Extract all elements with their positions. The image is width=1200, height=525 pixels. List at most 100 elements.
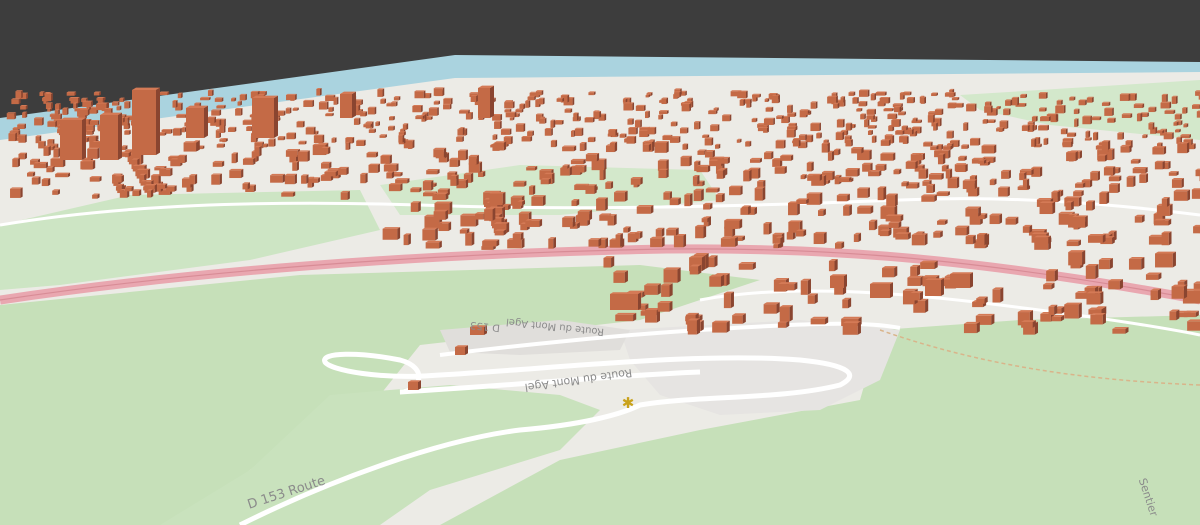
- building: [925, 278, 944, 296]
- building: [866, 108, 876, 115]
- building: [513, 180, 527, 187]
- building: [433, 87, 445, 96]
- building: [803, 109, 810, 115]
- building: [556, 97, 565, 102]
- building: [515, 108, 524, 113]
- building: [538, 97, 545, 105]
- building: [433, 147, 447, 158]
- building: [1021, 320, 1036, 328]
- building: [1086, 291, 1104, 305]
- building: [54, 103, 61, 110]
- building: [673, 233, 687, 248]
- building: [655, 227, 665, 237]
- building: [694, 121, 701, 130]
- building: [1073, 190, 1084, 197]
- building: [6, 112, 17, 120]
- building: [438, 221, 452, 232]
- building: [981, 144, 997, 154]
- building: [867, 129, 873, 136]
- building: [1055, 104, 1066, 114]
- building: [395, 178, 410, 184]
- building: [525, 100, 531, 108]
- building: [172, 127, 182, 136]
- building: [1022, 178, 1030, 190]
- building: [1038, 124, 1049, 131]
- building: [268, 138, 276, 147]
- building: [709, 274, 725, 287]
- building: [946, 130, 954, 139]
- building: [340, 91, 356, 118]
- building: [292, 107, 299, 111]
- building: [292, 160, 299, 171]
- building: [408, 380, 421, 390]
- building: [550, 119, 556, 128]
- building: [737, 90, 748, 99]
- building: [548, 237, 556, 249]
- building: [1117, 132, 1124, 140]
- building: [296, 120, 305, 128]
- building: [165, 185, 177, 192]
- building: [1086, 96, 1094, 103]
- building: [380, 98, 387, 104]
- building: [100, 112, 122, 160]
- building: [1078, 99, 1087, 106]
- building: [526, 165, 538, 171]
- building: [377, 88, 385, 97]
- building: [918, 168, 929, 179]
- building: [1103, 166, 1116, 176]
- building: [619, 133, 627, 138]
- building: [853, 232, 862, 243]
- building: [33, 161, 48, 169]
- building: [1128, 256, 1145, 270]
- building: [689, 264, 702, 275]
- building: [535, 90, 544, 96]
- building: [425, 240, 442, 249]
- building: [852, 96, 859, 104]
- building: [579, 142, 587, 152]
- building: [680, 155, 692, 167]
- building: [635, 104, 646, 111]
- building: [1082, 115, 1093, 125]
- building: [1153, 218, 1172, 226]
- building: [643, 143, 652, 152]
- building: [702, 134, 710, 138]
- building: [828, 258, 838, 272]
- building: [834, 241, 845, 249]
- building: [927, 114, 935, 123]
- building: [961, 144, 969, 149]
- building: [521, 136, 533, 142]
- building: [181, 126, 187, 133]
- viewpoint-icon[interactable]: ✱: [620, 395, 636, 411]
- building: [858, 89, 870, 97]
- building: [478, 85, 494, 118]
- building: [810, 122, 821, 132]
- building: [20, 105, 28, 110]
- building: [345, 141, 351, 150]
- building: [303, 99, 315, 107]
- building: [1046, 269, 1058, 282]
- building: [681, 103, 691, 112]
- building: [183, 141, 199, 152]
- building: [887, 113, 898, 120]
- building: [1092, 131, 1099, 141]
- building: [1108, 148, 1115, 161]
- building: [1107, 117, 1116, 123]
- building: [908, 128, 914, 135]
- building: [1001, 169, 1011, 179]
- building: [116, 105, 122, 111]
- building: [1066, 132, 1077, 137]
- building: [1173, 121, 1179, 126]
- building: [422, 180, 434, 191]
- 3d-map-viewport[interactable]: D 153 Route Route du Mont Agel D 153 Rou…: [0, 0, 1200, 525]
- building: [845, 122, 853, 131]
- building: [219, 138, 228, 142]
- building: [321, 146, 331, 155]
- building: [313, 134, 325, 143]
- building: [426, 169, 440, 175]
- building: [458, 149, 468, 161]
- building: [763, 221, 772, 235]
- building: [211, 173, 222, 185]
- building: [958, 155, 967, 161]
- building: [41, 178, 51, 187]
- 3d-map-scene[interactable]: [0, 0, 1200, 525]
